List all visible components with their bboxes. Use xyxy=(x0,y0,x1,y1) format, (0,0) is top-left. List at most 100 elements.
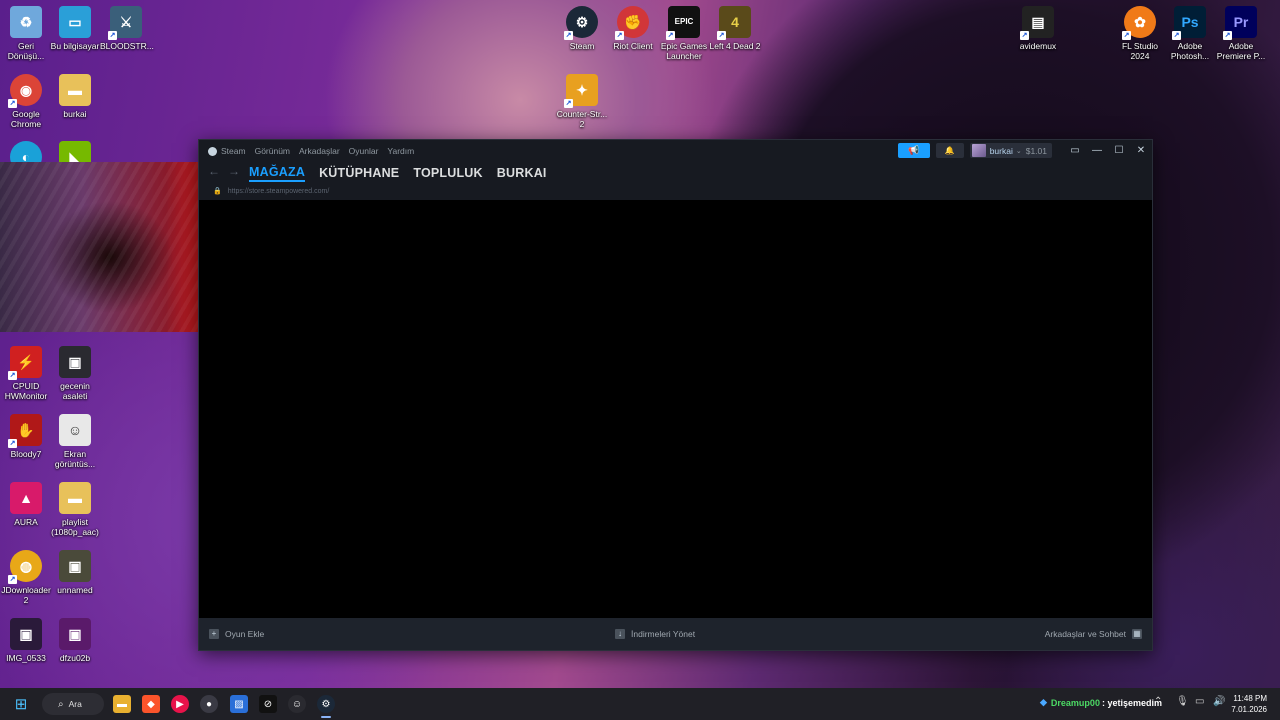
menu-label: Steam xyxy=(221,146,246,156)
back-arrow-icon[interactable]: ← xyxy=(208,164,220,178)
desktop-icon-bloodstrike[interactable]: ⚔ ↗ BLOODSTR... xyxy=(100,6,154,51)
tray-volume-icon[interactable]: 🔊 xyxy=(1213,696,1225,707)
desktop-icon-playlist-folder[interactable]: ▬ playlist (1080p_aac) xyxy=(49,482,101,537)
tab-library[interactable]: KÜTÜPHANE xyxy=(319,166,399,180)
desktop-icon-bloody7[interactable]: ✋ ↗ Bloody7 xyxy=(0,414,52,459)
desktop-icon-photoshop[interactable]: Ps ↗ Adobe Photosh... xyxy=(1164,6,1216,61)
account-menu[interactable]: burkai ⌄ $1.01 xyxy=(969,143,1052,158)
show-hidden-icons[interactable]: ⌃ xyxy=(1154,696,1162,707)
tab-profile[interactable]: BURKAI xyxy=(497,166,547,180)
computer-icon: ▭ xyxy=(59,6,91,38)
close-button[interactable]: ✕ xyxy=(1130,145,1152,156)
desktop-icon-recycle-bin[interactable]: ♻ Geri Dönüşü... xyxy=(0,6,52,61)
taskbar-steam[interactable]: ⚙ xyxy=(317,695,335,713)
url-text[interactable]: https://store.steampowered.com/ xyxy=(228,188,330,195)
forward-arrow-icon[interactable]: → xyxy=(228,164,240,178)
steam-icon: ⚙ xyxy=(321,698,331,710)
search-icon: ⌕ xyxy=(58,698,64,710)
wallet-balance: $1.01 xyxy=(1025,145,1047,156)
notifications-button[interactable]: 🔔 xyxy=(935,143,964,158)
taskbar-capcut[interactable]: ⊘ xyxy=(259,695,277,713)
desktop-icon-screenshot[interactable]: ☺ Ekran görüntüs... xyxy=(49,414,101,469)
aura-icon: ▲ xyxy=(10,482,42,514)
taskbar-media-player[interactable]: ▶ xyxy=(171,695,189,713)
menu-view[interactable]: Görünüm xyxy=(255,146,290,156)
desktop-icon-premiere[interactable]: Pr ↗ Adobe Premiere P... xyxy=(1215,6,1267,61)
menu-friends[interactable]: Arkadaşlar xyxy=(299,146,340,156)
desktop-icon-label: Steam xyxy=(569,41,595,51)
desktop-icon-hwmonitor[interactable]: ⚡ ↗ CPUID HWMonitor xyxy=(0,346,52,401)
chat-icon: ▦ xyxy=(1132,629,1142,639)
monitor-icon: ▭ xyxy=(1070,145,1080,156)
taskbar-discord[interactable]: ☺ xyxy=(288,695,306,713)
capcut-icon: ⊘ xyxy=(263,698,273,710)
desktop-icon-label: Epic Games Launcher xyxy=(660,41,708,61)
friends-chat-button[interactable]: Arkadaşlar ve Sohbet ▦ xyxy=(1045,629,1142,639)
desktop-icon-label: Ekran görüntüs... xyxy=(54,449,96,469)
desktop-icon-label: Riot Client xyxy=(613,41,653,51)
desktop-icon-fl-studio[interactable]: ✿ ↗ FL Studio 2024 xyxy=(1114,6,1166,61)
avatar xyxy=(971,144,986,157)
desktop-icon-chrome[interactable]: ◉ ↗ Google Chrome xyxy=(0,74,52,129)
tray-mic-icon[interactable]: 🎙 xyxy=(1176,696,1189,707)
add-game-label: Oyun Ekle xyxy=(225,629,265,639)
desktop-icon-left4dead2[interactable]: 4 ↗ Left 4 Dead 2 xyxy=(709,6,761,51)
fl-studio-icon: ✿ ↗ xyxy=(1122,6,1156,40)
steam-icon: ⚙ ↗ xyxy=(564,6,598,40)
big-picture-button[interactable]: ▭ xyxy=(1064,145,1086,156)
menu-help[interactable]: Yardım xyxy=(387,146,414,156)
desktop-icon-label: FL Studio 2024 xyxy=(1121,41,1159,61)
chat-notification[interactable]: ◆ Dreamup00 : yetişemedim xyxy=(1040,697,1162,708)
desktop-icon-steam[interactable]: ⚙ ↗ Steam xyxy=(556,6,608,51)
desktop-icon-burkai-folder[interactable]: ▬ burkai xyxy=(49,74,101,119)
start-button[interactable]: ⊞ xyxy=(12,695,30,713)
desktop-icon-img-0533[interactable]: ▣ IMG_0533 xyxy=(0,618,52,663)
close-icon: ✕ xyxy=(1136,145,1146,156)
desktop-icon-label: JDownloader 2 xyxy=(1,585,51,605)
tab-community[interactable]: TOPLULUK xyxy=(413,166,482,180)
downloads-label: İndirmeleri Yönet xyxy=(631,629,696,639)
desktop-icon-dfzu02b[interactable]: ▣ dfzu02b xyxy=(49,618,101,663)
brave-icon: ◆ xyxy=(147,698,155,710)
megaphone-icon: 📢 xyxy=(908,145,920,155)
taskbar-photos[interactable]: ▨ xyxy=(230,695,248,713)
desktop-icon-cs2[interactable]: ✦ ↗ Counter-Str... 2 xyxy=(556,74,608,129)
desktop-icon-jdownloader[interactable]: ◍ ↗ JDownloader 2 xyxy=(0,550,52,605)
menu-games[interactable]: Oyunlar xyxy=(349,146,379,156)
desktop-icon-label: avidemux xyxy=(1019,41,1057,51)
play-icon: ▶ xyxy=(176,698,184,710)
announcements-button[interactable]: 📢 xyxy=(897,143,930,158)
desktop-icon-gecenin-asaleti[interactable]: ▣ gecenin asaleti xyxy=(49,346,101,401)
taskbar-clock[interactable]: 11:48 PM 7.01.2026 xyxy=(1231,693,1267,715)
taskbar-file-explorer[interactable]: ▬ xyxy=(113,695,131,713)
desktop-icon-avidemux[interactable]: ▤ ↗ avidemux xyxy=(1012,6,1064,51)
taskbar-search[interactable]: ⌕ Ara xyxy=(42,693,104,715)
taskbar-brave[interactable]: ◆ xyxy=(142,695,160,713)
desktop-icon-label: gecenin asaleti xyxy=(60,381,90,401)
desktop-icon-this-pc[interactable]: ▭ Bu bilgisayar xyxy=(49,6,101,51)
taskbar: ⊞ ⌕ Ara ▬ ◆ ▶ ● ▨ ⊘ ☺ ⚙ ◆ Dreamup00 : yet… xyxy=(0,688,1280,720)
desktop-icon-epic-games[interactable]: EPIC ↗ Epic Games Launcher xyxy=(658,6,710,61)
desktop-icon-label: CPUID HWMonitor xyxy=(4,381,48,401)
add-game-button[interactable]: + Oyun Ekle xyxy=(209,629,264,639)
photoshop-icon: Ps ↗ xyxy=(1172,6,1206,40)
manage-downloads-button[interactable]: ↓ İndirmeleri Yönet xyxy=(615,629,695,639)
maximize-button[interactable]: ☐ xyxy=(1108,145,1130,156)
steam-bottom-bar: + Oyun Ekle ↓ İndirmeleri Yönet Arkadaşlar… xyxy=(199,618,1152,650)
steam-titlebar: Steam Görünüm Arkadaşlar Oyunlar Yardım … xyxy=(199,140,1152,162)
steam-window: Steam Görünüm Arkadaşlar Oyunlar Yardım … xyxy=(198,139,1153,651)
tab-store[interactable]: MAĞAZA xyxy=(249,165,306,182)
tray-network-icon[interactable]: ▭ xyxy=(1195,696,1204,707)
screenshot-icon: ☺ xyxy=(59,414,91,446)
url-bar: 🔒 https://store.steampowered.com/ xyxy=(199,184,1152,198)
image-preview-overlay xyxy=(0,162,208,332)
menu-steam[interactable]: Steam xyxy=(208,146,246,156)
desktop-icon-riot-client[interactable]: ✊ ↗ Riot Client xyxy=(607,6,659,51)
desktop-icon-unnamed[interactable]: ▣ unnamed xyxy=(49,550,101,595)
store-content[interactable] xyxy=(199,200,1152,619)
minimize-button[interactable]: — xyxy=(1086,145,1108,156)
desktop-icon-aura[interactable]: ▲ AURA xyxy=(0,482,52,527)
taskbar-app[interactable]: ● xyxy=(200,695,218,713)
clock-time: 11:48 PM xyxy=(1233,694,1267,703)
desktop-icon-label: dfzu02b xyxy=(59,653,91,663)
